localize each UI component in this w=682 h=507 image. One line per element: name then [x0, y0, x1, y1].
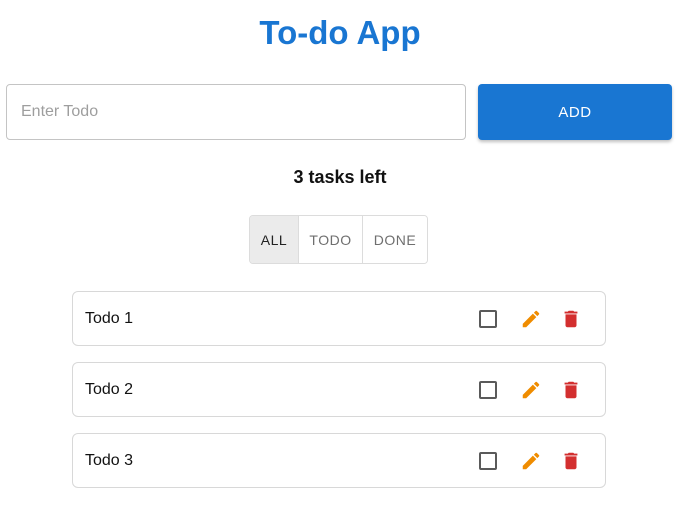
trash-icon [564, 381, 578, 398]
todo-item: Todo 1 [72, 291, 606, 346]
done-checkbox[interactable] [479, 380, 497, 399]
edit-button[interactable] [519, 307, 543, 331]
delete-button[interactable] [559, 378, 583, 402]
pencil-icon [522, 310, 540, 327]
filter-done-button[interactable]: DONE [363, 216, 427, 263]
todo-app: To-do App ADD 3 tasks left ALL TODO DONE… [0, 0, 682, 507]
todo-actions [479, 449, 593, 473]
edit-button[interactable] [519, 449, 543, 473]
todo-item: Todo 2 [72, 362, 606, 417]
todo-input[interactable] [6, 84, 466, 140]
filter-toggle-group: ALL TODO DONE [249, 215, 428, 264]
tasks-left-counter: 3 tasks left [293, 167, 387, 187]
todo-item: Todo 3 [72, 433, 606, 488]
filter-todo-button[interactable]: TODO [299, 216, 363, 263]
todo-text: Todo 1 [85, 309, 134, 327]
todo-text: Todo 2 [85, 380, 134, 398]
trash-icon [564, 310, 578, 327]
delete-button[interactable] [559, 307, 583, 331]
pencil-icon [522, 381, 540, 398]
todo-actions [479, 378, 593, 402]
edit-button[interactable] [519, 378, 543, 402]
done-checkbox[interactable] [479, 451, 497, 470]
delete-button[interactable] [559, 449, 583, 473]
todo-list: Todo 1 Todo 2 Todo 3 [72, 291, 606, 504]
todo-actions [479, 307, 593, 331]
todo-text: Todo 3 [85, 451, 134, 469]
done-checkbox[interactable] [479, 309, 497, 328]
app-title: To-do App [259, 14, 421, 51]
add-button[interactable]: ADD [478, 84, 672, 140]
trash-icon [564, 452, 578, 469]
pencil-icon [522, 452, 540, 469]
filter-all-button[interactable]: ALL [250, 216, 299, 263]
